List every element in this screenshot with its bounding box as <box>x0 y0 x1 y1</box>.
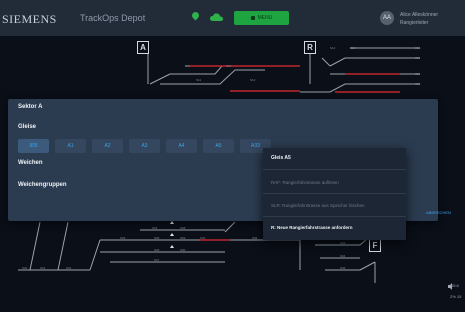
gleis-chip[interactable]: 905 <box>18 139 49 153</box>
divider <box>263 216 406 217</box>
weichengruppen-heading[interactable]: Weichengruppen <box>18 182 67 188</box>
sector-tag-r[interactable]: R <box>304 41 316 54</box>
signal-label: S23 <box>120 236 126 240</box>
gleise-heading: Gleise <box>18 124 37 130</box>
signal-label: S15 <box>350 46 356 50</box>
signal-label: S29 <box>180 236 186 240</box>
signal-label: S13 <box>250 78 256 82</box>
gleis-chip[interactable]: A2 <box>92 139 123 153</box>
signal-label: S11 <box>196 78 201 82</box>
signal-label: S21 <box>40 266 46 270</box>
menu-label: MENU <box>257 15 273 21</box>
gleis-chip-list: 905 A1 A2 A3 A4 A5 A33 <box>18 139 271 153</box>
menu-button[interactable]: MENU <box>234 11 289 25</box>
signal-label: S12 <box>226 64 232 68</box>
status-value: 2% 15 <box>450 294 461 299</box>
signal-label: S30 <box>180 248 186 252</box>
signal-label: S34 <box>340 254 346 258</box>
cloud-icon[interactable] <box>210 13 223 21</box>
gleis-chip[interactable]: A1 <box>55 139 86 153</box>
signal-icon[interactable] <box>170 221 174 224</box>
app-title: TrackOps Depot <box>80 13 146 23</box>
signal-label: S31 <box>200 236 206 240</box>
context-item-slr[interactable]: SLR: Rangierfahrstrasse aus Speicher lös… <box>271 203 365 208</box>
divider <box>263 169 406 170</box>
user-name: Alice Alleskönner <box>400 12 439 18</box>
signal-label: S25 <box>154 236 160 240</box>
signal-label: S17 <box>415 56 421 60</box>
status-value: 15.6 <box>451 283 459 288</box>
avatar[interactable]: AA <box>380 11 394 25</box>
signal-label: S27 <box>154 258 160 262</box>
signal-label: S24 <box>152 226 158 230</box>
sector-tag-f[interactable]: F <box>369 239 381 252</box>
avatar-initials: AA <box>382 15 391 21</box>
location-pin-icon[interactable] <box>190 10 201 21</box>
gleis-chip[interactable]: A4 <box>166 139 197 153</box>
signal-label: S18 <box>415 72 421 76</box>
context-menu-title: Gleis A5 <box>271 155 291 161</box>
context-item-raf[interactable]: RAF: Rangierfahrstrasse auflösen <box>271 180 339 185</box>
sector-tag-a[interactable]: A <box>137 41 149 54</box>
panel-title: Sektor A <box>18 104 43 110</box>
gleis-chip[interactable]: A5 <box>203 139 234 153</box>
signal-label: S22 <box>66 266 72 270</box>
cancel-button[interactable]: ABBRECHEN <box>426 210 451 215</box>
weichen-heading[interactable]: Weichen <box>18 160 43 166</box>
signal-label: S26 <box>154 248 160 252</box>
user-role: Rangierleiter <box>400 20 429 26</box>
signal-label: S19 <box>415 82 421 86</box>
signal-label: S20 <box>22 266 28 270</box>
top-bar: SIEMENS TrackOps Depot MENU AA Alice All… <box>0 0 465 36</box>
signal-label: S35 <box>340 266 346 270</box>
status-count: 15 <box>456 294 462 299</box>
gleis-chip[interactable]: A3 <box>129 139 160 153</box>
divider <box>263 193 406 194</box>
signal-label: S14 <box>330 46 336 50</box>
signal-label: S28 <box>180 226 186 230</box>
signal-label: S16 <box>415 46 421 50</box>
signal-label: S32 <box>252 236 258 240</box>
context-menu: Gleis A5 RAF: Rangierfahrstrasse auflöse… <box>263 148 406 240</box>
brand-logo: SIEMENS <box>2 12 57 26</box>
signal-label: S33 <box>340 241 346 245</box>
menu-icon <box>250 16 255 20</box>
context-item-new-route[interactable]: R: Neue Rangierfahrstrasse anfordern <box>271 225 353 230</box>
signal-icon[interactable] <box>170 233 174 236</box>
signal-icon[interactable] <box>170 245 174 248</box>
status-percent: 2% <box>450 294 456 299</box>
